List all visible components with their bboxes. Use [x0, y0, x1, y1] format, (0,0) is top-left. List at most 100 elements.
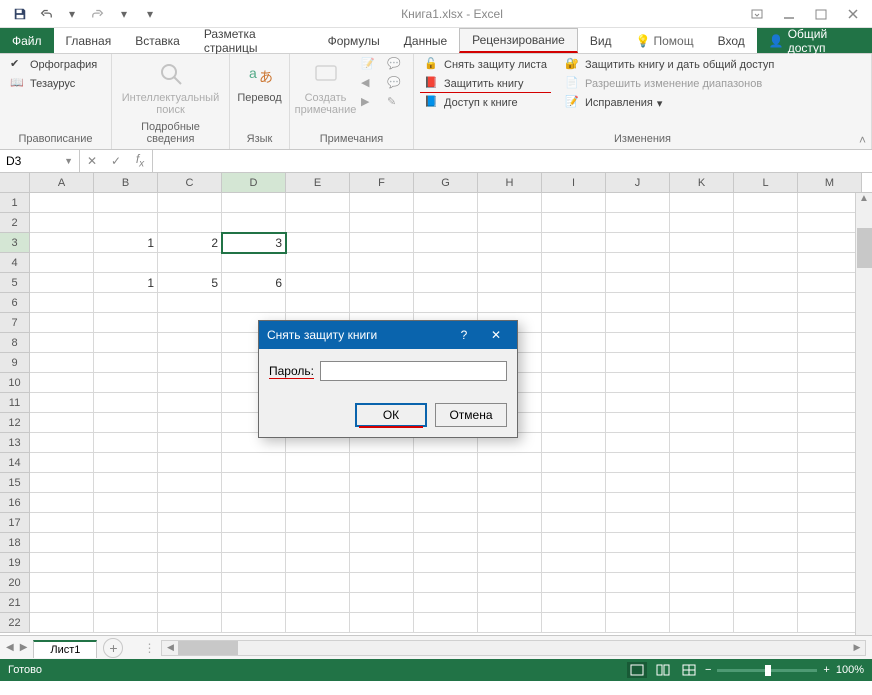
cell[interactable] — [542, 353, 606, 373]
cell[interactable] — [542, 193, 606, 213]
cell[interactable] — [30, 473, 94, 493]
cell[interactable] — [94, 573, 158, 593]
cell[interactable] — [798, 233, 862, 253]
cell[interactable] — [542, 573, 606, 593]
cell[interactable] — [414, 233, 478, 253]
cell[interactable] — [542, 213, 606, 233]
cell[interactable] — [158, 613, 222, 633]
cell[interactable] — [286, 473, 350, 493]
tab-insert[interactable]: Вставка — [123, 28, 192, 53]
cell[interactable] — [158, 353, 222, 373]
cell[interactable] — [670, 253, 734, 273]
row-header[interactable]: 21 — [0, 593, 30, 613]
cancel-button[interactable]: Отмена — [435, 403, 507, 427]
ok-button[interactable]: ОК — [355, 403, 427, 427]
cell[interactable] — [158, 213, 222, 233]
cell[interactable] — [670, 473, 734, 493]
cell[interactable] — [94, 613, 158, 633]
horizontal-scrollbar[interactable]: ◀ ▶ — [161, 640, 866, 656]
cell[interactable] — [606, 533, 670, 553]
cell[interactable] — [734, 453, 798, 473]
row-header[interactable]: 9 — [0, 353, 30, 373]
cell[interactable] — [478, 473, 542, 493]
zoom-out-button[interactable]: − — [705, 664, 711, 676]
tab-data[interactable]: Данные — [392, 28, 459, 53]
cell[interactable] — [670, 333, 734, 353]
row-header[interactable]: 19 — [0, 553, 30, 573]
redo-dropdown[interactable]: ▾ — [112, 3, 136, 25]
cell[interactable] — [30, 393, 94, 413]
column-header[interactable]: F — [350, 173, 414, 192]
cell[interactable] — [670, 553, 734, 573]
cell[interactable] — [286, 493, 350, 513]
cell[interactable] — [478, 553, 542, 573]
translate-button[interactable]: aあ Перевод — [235, 56, 285, 106]
cell[interactable] — [798, 193, 862, 213]
cell[interactable] — [734, 553, 798, 573]
scroll-thumb[interactable] — [857, 228, 872, 268]
cell[interactable] — [798, 293, 862, 313]
row-header[interactable]: 10 — [0, 373, 30, 393]
cell[interactable] — [670, 293, 734, 313]
cell[interactable] — [478, 273, 542, 293]
dialog-close-button[interactable]: ✕ — [483, 328, 509, 342]
cell[interactable]: 5 — [158, 273, 222, 293]
undo-dropdown[interactable]: ▾ — [60, 3, 84, 25]
close-button[interactable] — [838, 3, 868, 25]
cell[interactable] — [798, 313, 862, 333]
cell[interactable] — [606, 573, 670, 593]
cell[interactable] — [606, 293, 670, 313]
cell[interactable] — [606, 373, 670, 393]
cell[interactable] — [798, 573, 862, 593]
cell[interactable] — [222, 473, 286, 493]
cell[interactable] — [30, 613, 94, 633]
cell[interactable] — [350, 233, 414, 253]
cell[interactable] — [798, 333, 862, 353]
cell[interactable] — [542, 393, 606, 413]
cell[interactable] — [734, 353, 798, 373]
cell[interactable] — [606, 593, 670, 613]
cell[interactable] — [30, 193, 94, 213]
cell[interactable] — [414, 253, 478, 273]
column-header[interactable]: B — [94, 173, 158, 192]
cell[interactable] — [478, 253, 542, 273]
cell[interactable] — [350, 573, 414, 593]
cell[interactable] — [606, 213, 670, 233]
cell[interactable]: 1 — [94, 273, 158, 293]
cell[interactable] — [30, 253, 94, 273]
save-button[interactable] — [8, 3, 32, 25]
cell[interactable] — [542, 613, 606, 633]
cell[interactable] — [478, 613, 542, 633]
cell[interactable] — [158, 413, 222, 433]
cell[interactable] — [158, 553, 222, 573]
cell[interactable] — [350, 253, 414, 273]
cell[interactable] — [222, 553, 286, 573]
cell[interactable] — [670, 273, 734, 293]
cell[interactable] — [734, 273, 798, 293]
cell[interactable] — [158, 593, 222, 613]
cell[interactable] — [286, 553, 350, 573]
cell[interactable] — [94, 553, 158, 573]
minimize-button[interactable] — [774, 3, 804, 25]
cell[interactable] — [734, 333, 798, 353]
cell[interactable] — [670, 353, 734, 373]
zoom-level[interactable]: 100% — [836, 664, 864, 676]
cell[interactable] — [158, 373, 222, 393]
password-input[interactable] — [320, 361, 507, 381]
add-sheet-button[interactable]: + — [103, 638, 123, 658]
cell[interactable] — [478, 213, 542, 233]
row-header[interactable]: 13 — [0, 433, 30, 453]
cell[interactable] — [734, 313, 798, 333]
cell[interactable] — [158, 573, 222, 593]
cell[interactable] — [542, 273, 606, 293]
cell[interactable] — [542, 433, 606, 453]
cell[interactable] — [606, 233, 670, 253]
cell[interactable] — [734, 193, 798, 213]
qat-customize[interactable]: ▾ — [138, 3, 162, 25]
row-header[interactable]: 22 — [0, 613, 30, 633]
collapse-ribbon-button[interactable]: ˄ — [859, 133, 866, 147]
cell[interactable] — [414, 273, 478, 293]
cell[interactable] — [350, 513, 414, 533]
cell[interactable] — [542, 253, 606, 273]
cell[interactable] — [798, 513, 862, 533]
